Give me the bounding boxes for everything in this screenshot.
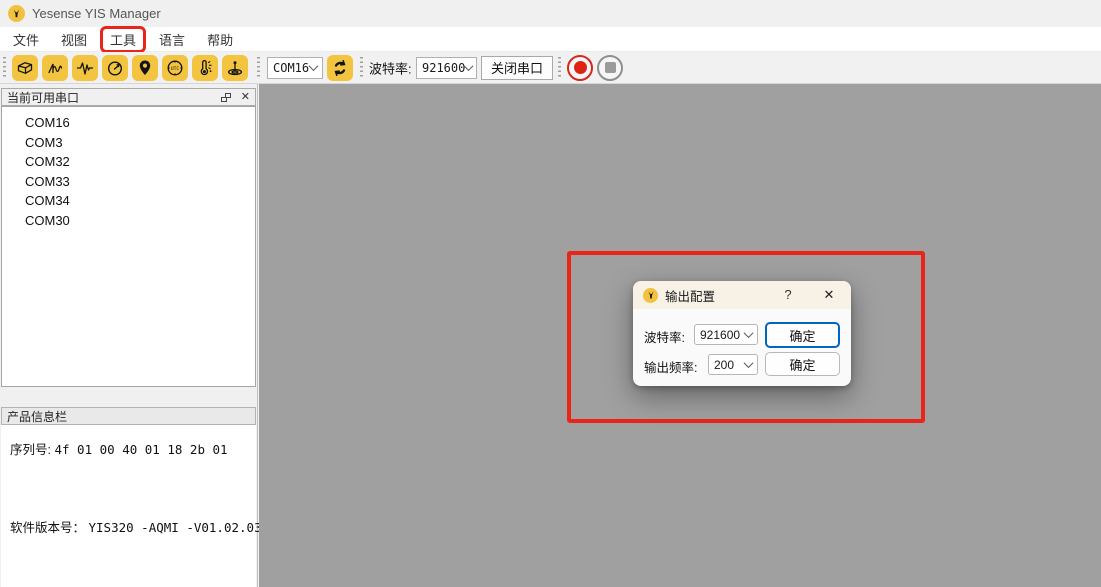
- window-title: Yesense YIS Manager: [32, 6, 161, 21]
- toolbar: UTC COM16: [0, 52, 1101, 84]
- software-version-line: 软件版本号： YIS320 -AQMI -V01.02.03;: [10, 517, 269, 536]
- baud-rate-value: 921600: [422, 61, 465, 75]
- software-version-label: 软件版本号：: [10, 521, 85, 535]
- utc-clock-icon[interactable]: UTC: [162, 55, 188, 81]
- serial-number-line: 序列号: 4f 01 00 40 01 18 2b 01: [10, 439, 228, 458]
- dialog-freq-value: 200: [714, 358, 734, 372]
- info-panel-content: 序列号: 4f 01 00 40 01 18 2b 01 软件版本号： YIS3…: [1, 425, 256, 587]
- attitude-waveform-icon[interactable]: [42, 55, 68, 81]
- location-pin-icon[interactable]: [132, 55, 158, 81]
- menu-file[interactable]: 文件: [5, 28, 47, 51]
- menu-view[interactable]: 视图: [53, 28, 95, 51]
- software-version-value: YIS320 -AQMI -V01.02.03;: [89, 520, 270, 535]
- dialog-help-button[interactable]: ?: [779, 286, 797, 304]
- info-panel-title: 产品信息栏: [7, 408, 67, 425]
- info-panel-header: 产品信息栏: [1, 407, 256, 425]
- menu-help[interactable]: 帮助: [199, 28, 241, 51]
- left-dock-panel: 当前可用串口 ✕ COM16 COM3 COM32 COM33 COM34 CO…: [0, 84, 258, 587]
- record-icon: [574, 61, 587, 74]
- port-list-item[interactable]: COM3: [2, 133, 255, 153]
- dialog-baud-select[interactable]: 921600: [694, 324, 758, 345]
- svg-text:UTC: UTC: [171, 66, 180, 72]
- refresh-ports-icon[interactable]: [327, 55, 353, 81]
- toolbar-grip[interactable]: [558, 57, 561, 79]
- port-select-value: COM16: [273, 61, 309, 75]
- output-config-dialog: 输出配置 ? ✕ 波特率: 921600 确定 输出频率: 200 确定: [633, 281, 851, 386]
- port-list-item[interactable]: COM16: [2, 113, 255, 133]
- chevron-down-icon: [464, 61, 474, 71]
- dialog-freq-select[interactable]: 200: [708, 354, 758, 375]
- view-icon-group: UTC: [12, 55, 248, 81]
- close-serial-port-button[interactable]: 关闭串口: [481, 56, 553, 80]
- dialog-close-icon[interactable]: ✕: [819, 286, 839, 304]
- port-list-item[interactable]: COM30: [2, 211, 255, 231]
- ports-panel-header: 当前可用串口 ✕: [1, 88, 256, 106]
- port-list-item[interactable]: COM32: [2, 152, 255, 172]
- baud-rate-select[interactable]: 921600: [416, 57, 477, 79]
- menu-language[interactable]: 语言: [151, 28, 193, 51]
- port-list: COM16 COM3 COM32 COM33 COM34 COM30: [1, 106, 256, 387]
- port-select[interactable]: COM16: [267, 57, 323, 79]
- menu-bar: 文件 视图 工具 语言 帮助: [0, 27, 1101, 52]
- menu-tools[interactable]: 工具: [100, 26, 146, 53]
- stop-icon: [605, 62, 616, 73]
- stop-button[interactable]: [597, 55, 623, 81]
- app-window: Yesense YIS Manager 文件 视图 工具 语言 帮助: [0, 0, 1101, 587]
- dialog-baud-ok-button[interactable]: 确定: [765, 322, 840, 348]
- temperature-icon[interactable]: [192, 55, 218, 81]
- toolbar-grip[interactable]: [360, 57, 363, 79]
- close-panel-icon[interactable]: ✕: [241, 92, 250, 103]
- dialog-baud-value: 921600: [700, 328, 740, 342]
- serial-number-label: 序列号:: [10, 443, 51, 457]
- gauge-icon[interactable]: [102, 55, 128, 81]
- port-list-item[interactable]: COM34: [2, 191, 255, 211]
- ports-panel-title: 当前可用串口: [7, 89, 79, 106]
- baud-rate-label: 波特率:: [369, 58, 412, 77]
- dialog-freq-ok-button[interactable]: 确定: [765, 352, 840, 376]
- dialog-freq-label: 输出频率:: [644, 357, 697, 376]
- chevron-down-icon: [744, 328, 754, 338]
- serial-number-value: 4f 01 00 40 01 18 2b 01: [54, 442, 227, 457]
- chevron-down-icon: [309, 61, 319, 71]
- cube-3d-icon[interactable]: [12, 55, 38, 81]
- app-logo-icon: [8, 5, 25, 22]
- float-panel-icon[interactable]: [221, 93, 231, 102]
- level-calibration-icon[interactable]: [222, 55, 248, 81]
- toolbar-grip[interactable]: [257, 57, 260, 79]
- signal-waveform-icon[interactable]: [72, 55, 98, 81]
- chevron-down-icon: [744, 358, 754, 368]
- record-button[interactable]: [567, 55, 593, 81]
- title-bar: Yesense YIS Manager: [0, 0, 1101, 27]
- dialog-logo-icon: [643, 288, 658, 303]
- dialog-title: 输出配置: [665, 286, 715, 305]
- port-list-item[interactable]: COM33: [2, 172, 255, 192]
- dialog-baud-label: 波特率:: [644, 327, 685, 346]
- toolbar-grip[interactable]: [3, 57, 6, 79]
